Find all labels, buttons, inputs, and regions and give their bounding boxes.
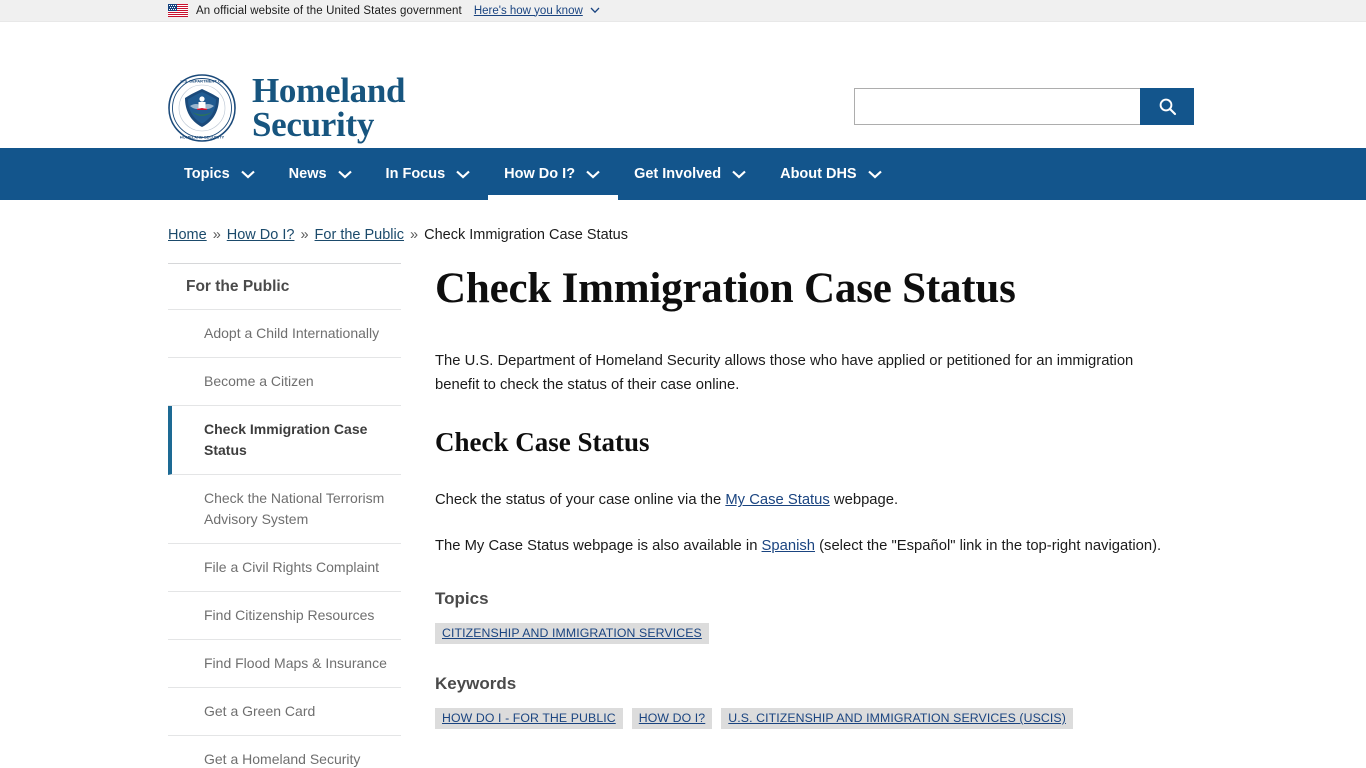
chevron-down-icon bbox=[327, 170, 370, 179]
sidebar-item-file-a-civil-rights-complaint[interactable]: File a Civil Rights Complaint bbox=[168, 544, 401, 592]
section-sidebar: For the Public Adopt a Child Internation… bbox=[168, 263, 401, 768]
content-area: For the Public Adopt a Child Internation… bbox=[0, 243, 1366, 768]
brand-line-1: Homeland bbox=[252, 71, 406, 110]
site-brand[interactable]: U.S. DEPARTMENT OF HOMELAND SECURITY Hom… bbox=[168, 71, 406, 145]
heres-how-you-know-label: Here's how you know bbox=[473, 4, 583, 17]
sidebar-item-check-immigration-case-status[interactable]: Check Immigration Case Status bbox=[168, 406, 401, 475]
topic-tag[interactable]: CITIZENSHIP AND IMMIGRATION SERVICES bbox=[435, 623, 709, 645]
breadcrumb-current: Check Immigration Case Status bbox=[424, 227, 628, 243]
breadcrumb-link[interactable]: How Do I? bbox=[227, 227, 295, 243]
page-title: Check Immigration Case Status bbox=[435, 265, 1016, 312]
nav-item-get-involved[interactable]: Get Involved bbox=[618, 148, 764, 200]
spanish-paragraph: The My Case Status webpage is also avail… bbox=[435, 535, 1180, 559]
nav-item-label: News bbox=[288, 166, 327, 182]
nav-item-label: Topics bbox=[184, 166, 230, 182]
breadcrumb: Home » How Do I? » For the Public » Check Immi… bbox=[0, 200, 1366, 243]
nav-item-how-do-i[interactable]: How Do I? bbox=[488, 148, 618, 200]
brand-line-2: Security bbox=[252, 105, 375, 145]
nav-item-label: About DHS bbox=[780, 166, 857, 182]
chevron-down-icon bbox=[590, 7, 600, 14]
keyword-tag[interactable]: U.S. CITIZENSHIP AND IMMIGRATION SERVICE… bbox=[721, 708, 1073, 730]
dhs-seal-icon: U.S. DEPARTMENT OF HOMELAND SECURITY bbox=[168, 74, 236, 143]
gov-banner: An official website of the United States… bbox=[0, 0, 1366, 22]
site-search bbox=[854, 88, 1194, 125]
sidebar-item-get-a-green-card[interactable]: Get a Green Card bbox=[168, 688, 401, 736]
case-status-text-after: webpage. bbox=[829, 492, 899, 509]
nav-item-news[interactable]: News bbox=[273, 148, 370, 200]
brand-wordmark: Homeland Security bbox=[252, 71, 406, 145]
heres-how-you-know-toggle[interactable]: Here's how you know bbox=[474, 5, 583, 17]
sidebar-item-find-flood-maps-insurance[interactable]: Find Flood Maps & Insurance bbox=[168, 640, 401, 688]
breadcrumb-separator: » bbox=[212, 227, 221, 243]
chevron-down-icon bbox=[445, 170, 488, 179]
nav-item-label: In Focus bbox=[385, 166, 446, 182]
svg-text:U.S. DEPARTMENT OF: U.S. DEPARTMENT OF bbox=[180, 79, 224, 84]
sidebar-item-label: Check the National Terrorism Advisory Sy… bbox=[204, 490, 385, 527]
topics-heading: Topics bbox=[435, 589, 489, 609]
breadcrumb-link[interactable]: For the Public bbox=[315, 227, 404, 243]
sidebar-item-label: Become a Citizen bbox=[204, 373, 314, 389]
nav-item-about-dhs[interactable]: About DHS bbox=[764, 148, 900, 200]
keywords-tag-list: HOW DO I - FOR THE PUBLIC HOW DO I? U.S. C… bbox=[435, 708, 1180, 730]
primary-nav: Topics News In Focus How Do I? Get Involved A… bbox=[0, 148, 1366, 200]
nav-item-label: How Do I? bbox=[504, 166, 576, 182]
sidebar-item-label: Find Citizenship Resources bbox=[204, 607, 375, 623]
us-flag-icon bbox=[168, 4, 188, 17]
case-status-paragraph: Check the status of your case online via… bbox=[435, 489, 1180, 513]
page-root: An official website of the United States… bbox=[0, 0, 1366, 768]
search-input[interactable] bbox=[854, 88, 1140, 125]
keyword-tag[interactable]: HOW DO I? bbox=[631, 708, 713, 730]
svg-text:HOMELAND SECURITY: HOMELAND SECURITY bbox=[180, 135, 225, 140]
breadcrumb-separator: » bbox=[410, 227, 419, 243]
sidebar-item-label: Get a Green Card bbox=[204, 703, 316, 719]
sidebar-item-become-a-citizen[interactable]: Become a Citizen bbox=[168, 358, 401, 406]
breadcrumb-link[interactable]: Home bbox=[168, 227, 207, 243]
spanish-link[interactable]: Spanish bbox=[762, 538, 815, 554]
intro-paragraph: The U.S. Department of Homeland Security… bbox=[435, 352, 1134, 393]
nav-item-in-focus[interactable]: In Focus bbox=[370, 148, 489, 200]
sidebar-item-get-a-homeland-security[interactable]: Get a Homeland Security bbox=[168, 736, 401, 768]
breadcrumb-separator: » bbox=[300, 227, 309, 243]
topics-tag-list: CITIZENSHIP AND IMMIGRATION SERVICES bbox=[435, 623, 1180, 645]
site-header: U.S. DEPARTMENT OF HOMELAND SECURITY Hom… bbox=[0, 22, 1366, 148]
chevron-down-icon bbox=[857, 170, 900, 179]
case-status-text-before: Check the status of your case online via… bbox=[435, 492, 726, 509]
spanish-text-before: The My Case Status webpage is also avail… bbox=[435, 538, 762, 555]
search-button[interactable] bbox=[1140, 88, 1194, 125]
chevron-down-icon bbox=[721, 170, 764, 179]
sidebar-item-label: Check Immigration Case Status bbox=[204, 421, 368, 458]
nav-item-topics[interactable]: Topics bbox=[168, 148, 273, 200]
chevron-down-icon bbox=[230, 170, 273, 179]
keywords-heading: Keywords bbox=[435, 674, 517, 694]
main-content: Check Immigration Case Status The U.S. D… bbox=[435, 263, 1180, 768]
my-case-status-link[interactable]: My Case Status bbox=[725, 492, 829, 508]
search-icon bbox=[1159, 98, 1176, 116]
nav-item-label: Get Involved bbox=[634, 166, 722, 182]
sidebar-item-label: File a Civil Rights Complaint bbox=[204, 559, 380, 575]
sidebar-title: For the Public bbox=[168, 264, 401, 310]
gov-banner-text: An official website of the United States… bbox=[196, 4, 462, 17]
sidebar-item-adopt-a-child-internationally[interactable]: Adopt a Child Internationally bbox=[168, 310, 401, 358]
chevron-down-icon bbox=[575, 170, 618, 179]
sidebar-item-find-citizenship-resources[interactable]: Find Citizenship Resources bbox=[168, 592, 401, 640]
sidebar-item-label: Adopt a Child Internationally bbox=[204, 325, 380, 341]
sidebar-item-label: Find Flood Maps & Insurance bbox=[204, 655, 387, 671]
sidebar-item-label: Get a Homeland Security bbox=[204, 751, 361, 767]
sidebar-item-check-the-national-terrorism-advisory-system[interactable]: Check the National Terrorism Advisory Sy… bbox=[168, 475, 401, 544]
keyword-tag[interactable]: HOW DO I - FOR THE PUBLIC bbox=[435, 708, 623, 730]
section-heading: Check Case Status bbox=[435, 426, 650, 457]
spanish-text-after: (select the "Español" link in the top-ri… bbox=[815, 538, 1162, 555]
